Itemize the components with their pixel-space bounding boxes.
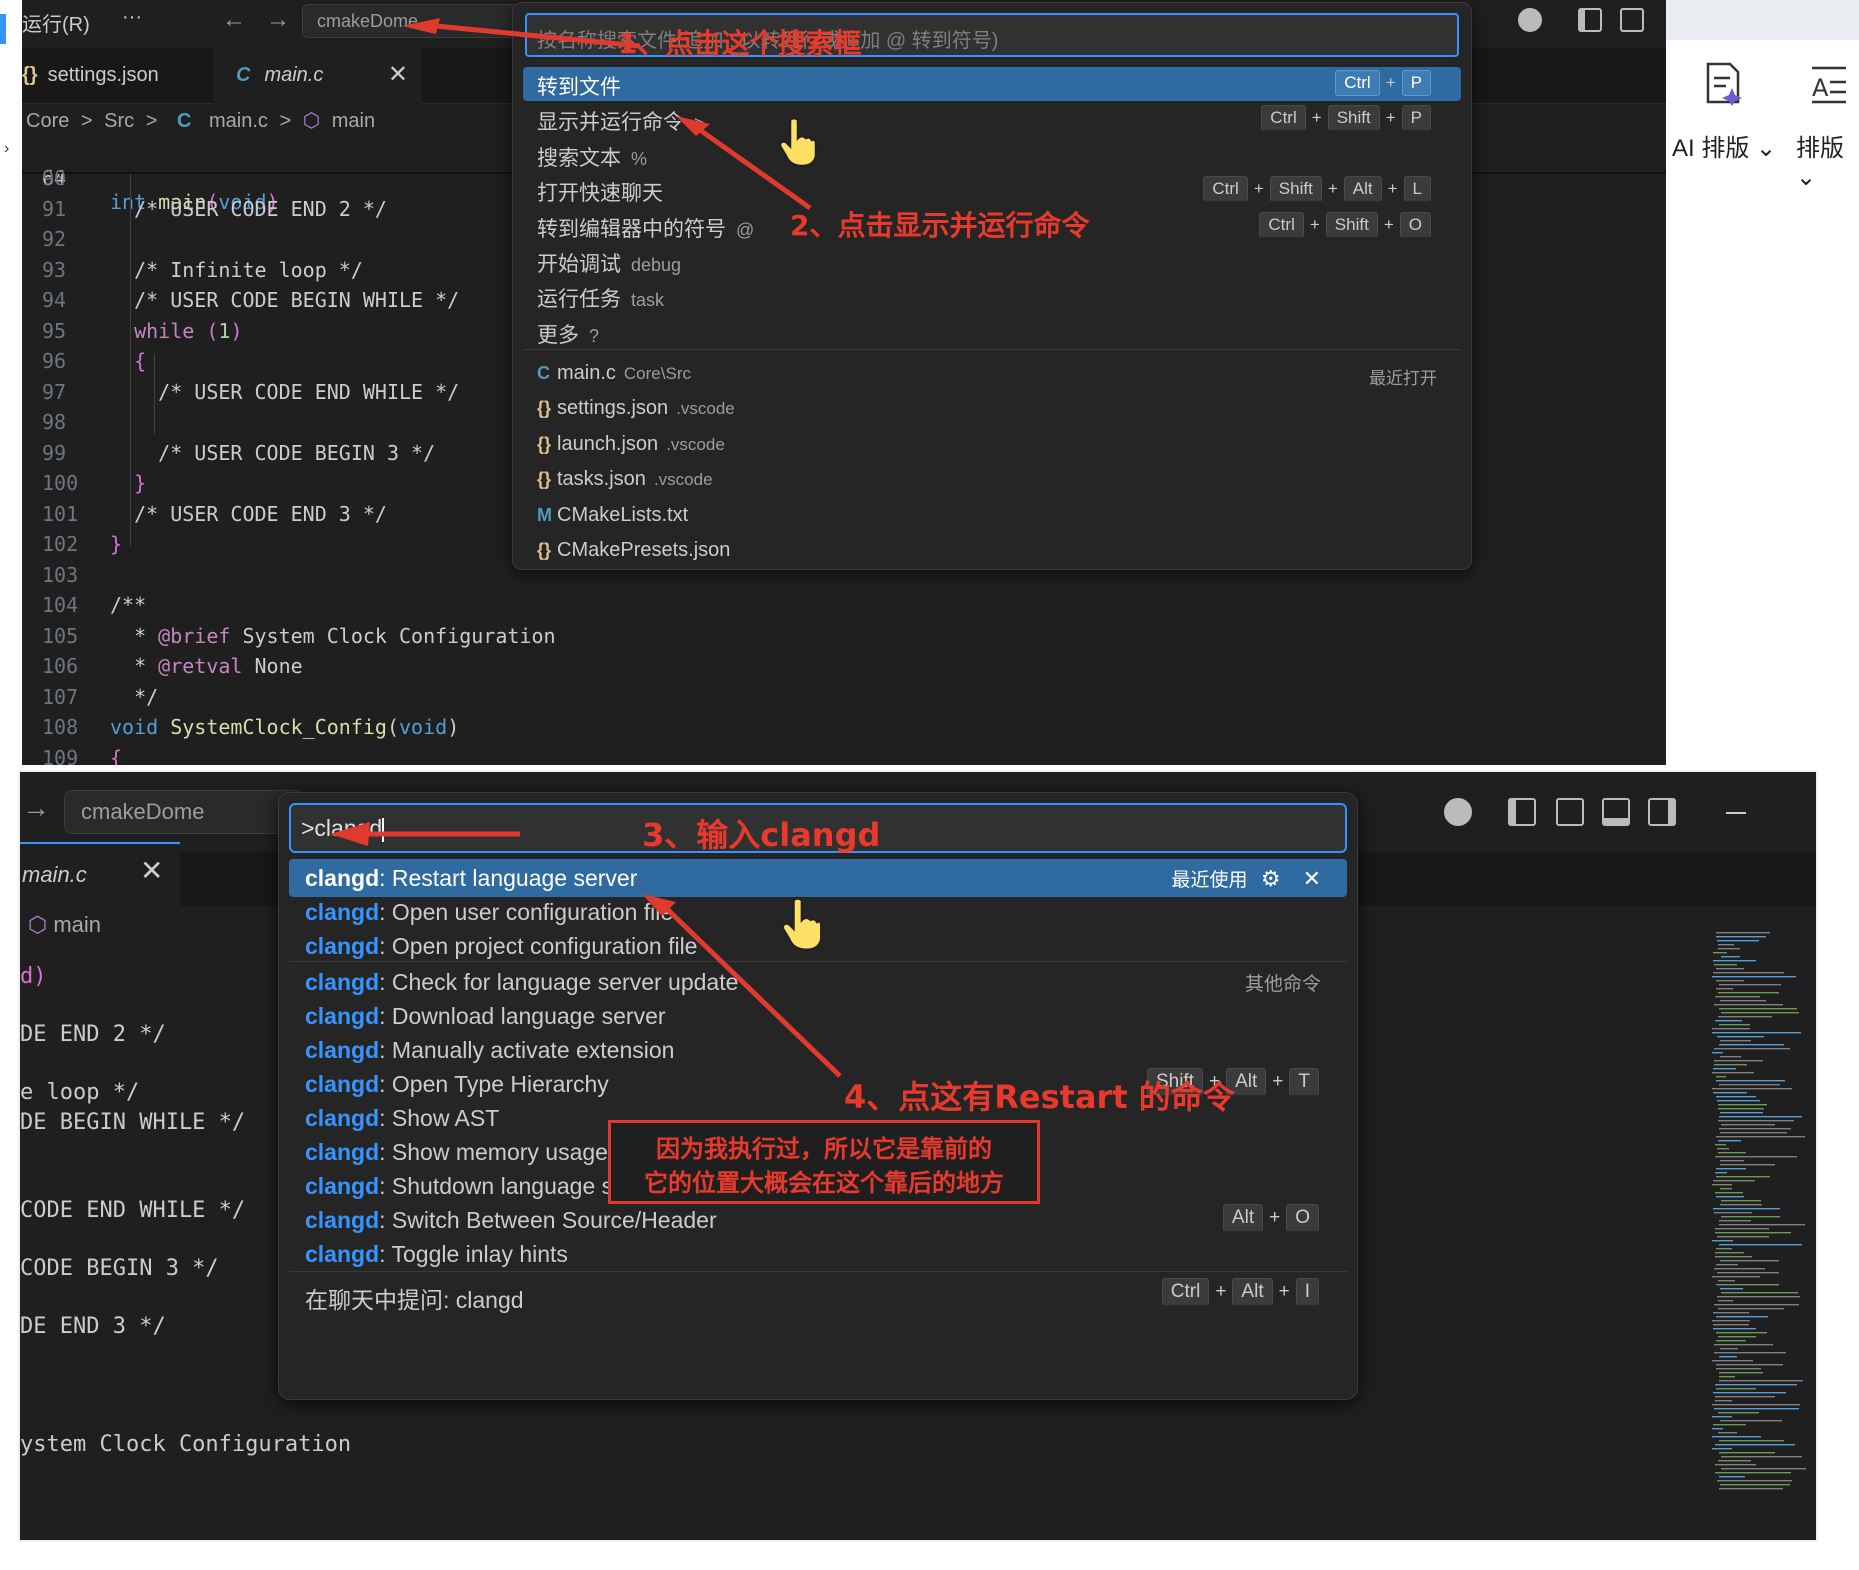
top-screenshot: › 运行(R) ··· ← → cmakeDome {} settings.jso…: [0, 0, 1859, 765]
annotation-step2: 2、点击显示并运行命令: [790, 209, 1090, 242]
annotation-arrows: [402, 18, 812, 211]
hand-cursor-icon: [778, 116, 818, 168]
annotation-step3: 3、输入clangd: [642, 816, 881, 854]
annotation-step4: 4、点这有Restart 的命令: [844, 1078, 1235, 1116]
bottom-screenshot: → cmakeDome main.c ✕ ⬡ main d) DE END 2 *…: [18, 770, 1818, 1542]
annotation-note-box: 因为我执行过，所以它是靠前的 它的位置大概会在这个靠后的地方: [608, 1120, 1040, 1204]
hand-cursor-icon: [781, 896, 823, 952]
annotation-step1: 1、点击这个搜索框: [618, 27, 862, 60]
